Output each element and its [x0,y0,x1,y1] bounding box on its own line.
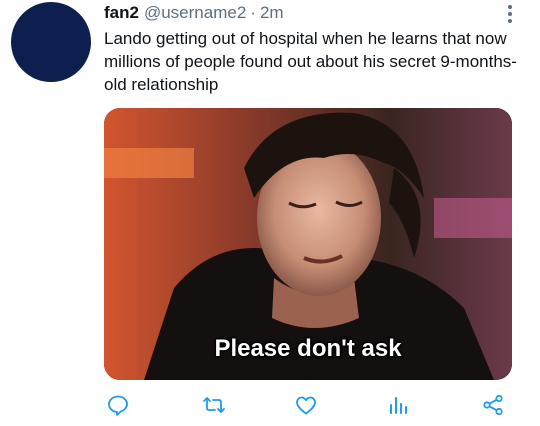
separator-dot: · [250,3,256,22]
heart-icon [296,396,316,415]
retweet-icon [203,397,225,413]
media-caption: Please don't ask [214,335,402,362]
retweet-button[interactable] [200,391,228,419]
tweet-text: Lando getting out of hospital when he le… [104,29,517,94]
analytics-button[interactable] [384,391,412,419]
tweet-card[interactable]: fan2 @username2 · 2m Lando getting out o… [0,0,540,426]
like-button[interactable] [292,391,320,419]
avatar[interactable] [11,2,91,82]
share-button[interactable] [479,391,507,419]
tweet-actions [104,391,512,419]
author-name[interactable]: fan2 [104,1,139,25]
author-handle[interactable]: @username2 [144,1,246,25]
reply-icon [108,395,128,416]
more-vertical-icon[interactable] [500,2,520,26]
tweet-header: fan2 @username2 · 2m [104,1,284,25]
tweet-media-image[interactable]: Please don't ask [104,108,512,380]
reply-button[interactable] [104,391,132,419]
analytics-icon [390,397,407,414]
share-icon [483,394,503,416]
timestamp[interactable]: 2m [260,1,284,25]
